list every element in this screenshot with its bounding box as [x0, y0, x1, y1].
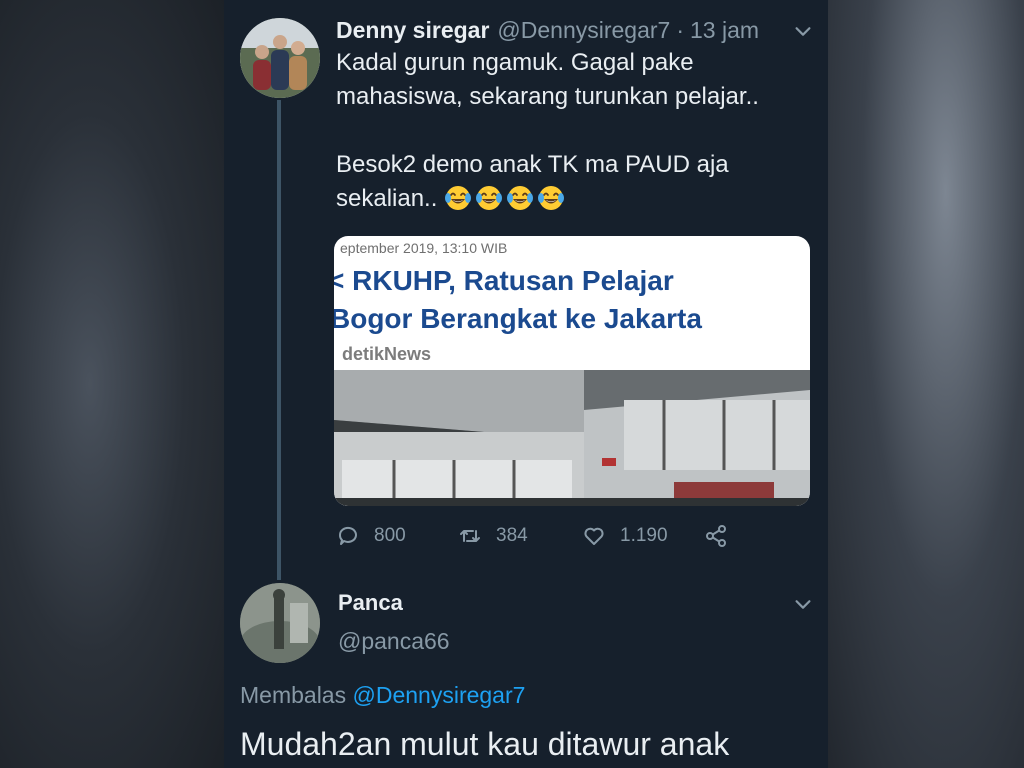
tweet-header: Denny siregar @Dennysiregar7 · 13 jam [336, 14, 812, 46]
chevron-down-icon[interactable] [792, 593, 814, 615]
face-with-tears-of-joy-icon [537, 184, 565, 212]
link-preview-card[interactable]: eptember 2019, 13:10 WIB < RKUHP, Ratusa… [334, 236, 810, 506]
reply-text: Mudah2an mulut kau ditawur anak [240, 726, 730, 762]
author-handle[interactable]: @panca66 [338, 628, 450, 655]
blurred-background-right [828, 0, 1024, 768]
heart-icon [584, 527, 604, 545]
tweet-text-line-with-emoji: sekalian.. [336, 182, 806, 216]
like-count: 1.190 [620, 525, 668, 546]
face-with-tears-of-joy-icon [475, 184, 503, 212]
timestamp[interactable]: 13 jam [690, 17, 759, 44]
replying-to: Membalas @Dennysiregar7 [240, 682, 525, 709]
article-title: < RKUHP, Ratusan Pelajar Bogor Berangkat… [334, 262, 810, 338]
replying-prefix: Membalas [240, 682, 347, 708]
share-button[interactable] [704, 520, 742, 552]
retweet-icon [460, 530, 480, 542]
chevron-down-icon[interactable] [792, 20, 814, 42]
emoji-row [444, 185, 568, 212]
tweet-text-line: sekalian.. [336, 185, 438, 212]
article-source: detikNews [342, 344, 432, 364]
reply-count: 800 [374, 525, 406, 546]
tweet-text-line: Besok2 demo anak TK ma PAUD aja [336, 151, 729, 178]
face-with-tears-of-joy-icon [444, 184, 472, 212]
reply-header: Panca @panca66 [338, 590, 450, 655]
author-handle[interactable]: @Dennysiregar7 [497, 17, 670, 44]
retweet-count: 384 [496, 525, 528, 546]
tweet-text: Kadal gurun ngamuk. Gagal pake mahasiswa… [336, 46, 806, 216]
author-name[interactable]: Denny siregar [336, 17, 489, 44]
article-image [334, 370, 810, 506]
article-title-line: Bogor Berangkat ke Jakarta [334, 303, 702, 334]
like-button[interactable]: 1.190 [582, 520, 668, 552]
tweet-thread-screen: Denny siregar @Dennysiregar7 · 13 jam Ka… [224, 0, 828, 768]
face-with-tears-of-joy-icon [506, 184, 534, 212]
retweet-button[interactable]: 384 [458, 520, 528, 552]
reply-button[interactable]: 800 [336, 520, 406, 552]
tweet-text-line: mahasiswa, sekarang turunkan pelajar.. [336, 83, 759, 110]
mention-link[interactable]: @Dennysiregar7 [353, 682, 526, 708]
article-date: eptember 2019, 13:10 WIB [340, 240, 508, 256]
article-title-line: < RKUHP, Ratusan Pelajar [334, 265, 674, 296]
tweet-actions: 800 384 1.190 [336, 520, 736, 552]
reply-icon [338, 526, 357, 545]
tweet-text-line: Kadal gurun ngamuk. Gagal pake [336, 49, 694, 76]
share-icon [706, 525, 726, 547]
avatar[interactable] [240, 583, 320, 663]
author-name[interactable]: Panca [338, 590, 450, 616]
separator: · [676, 16, 685, 43]
thread-connector [277, 100, 281, 580]
avatar[interactable] [240, 18, 320, 98]
blurred-background-left [0, 0, 224, 768]
